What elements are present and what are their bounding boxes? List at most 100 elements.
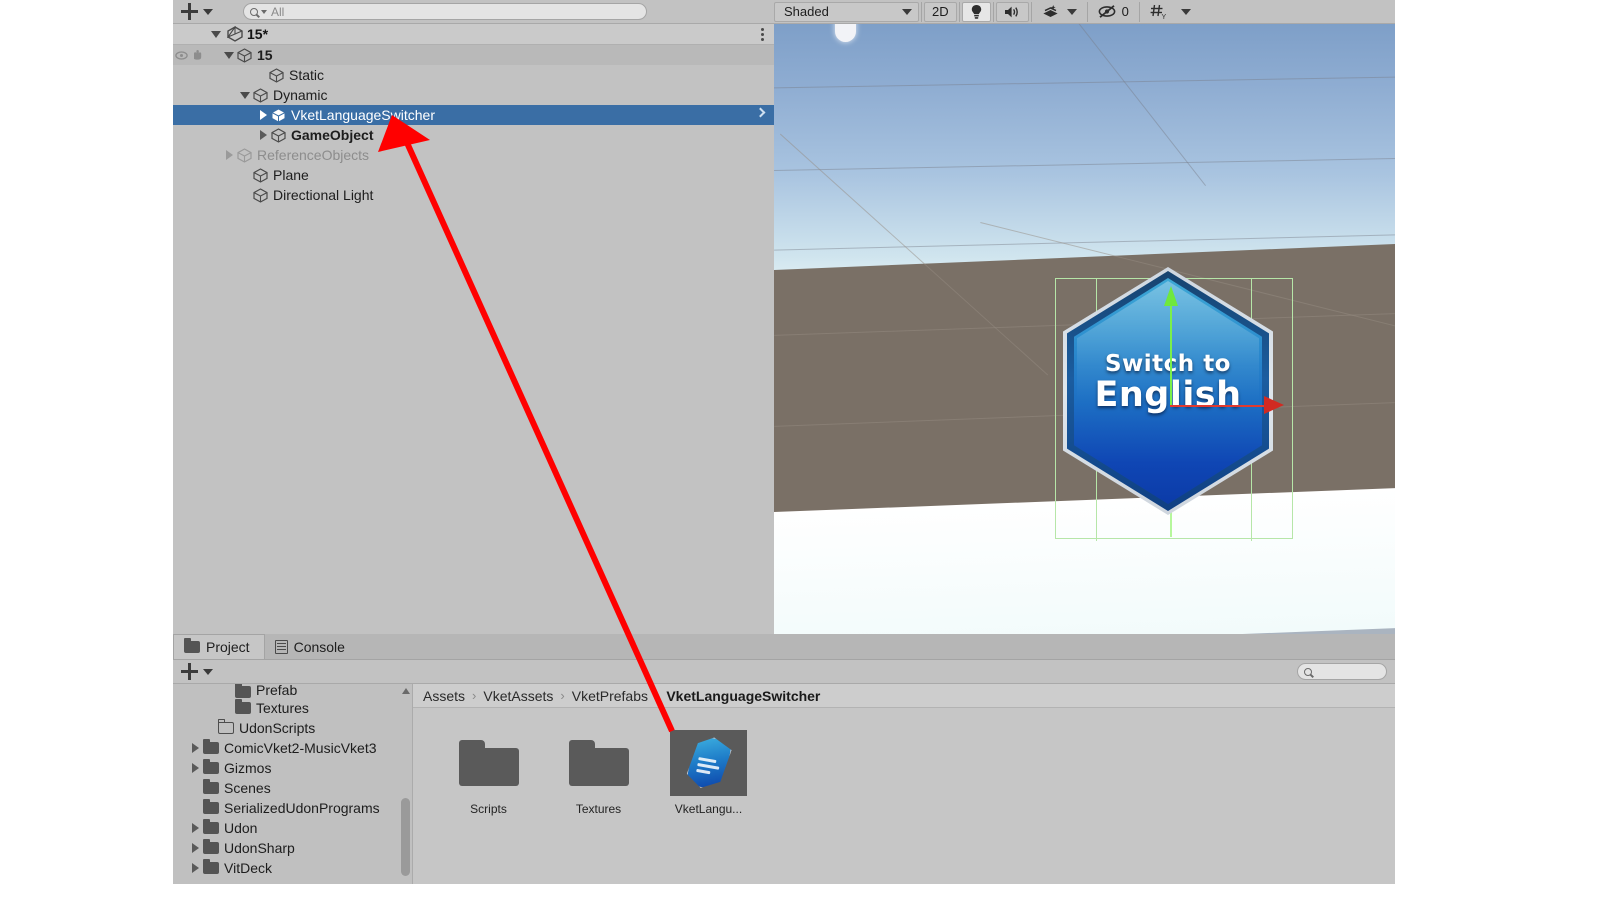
toggle-2d-button[interactable]: 2D: [924, 1, 957, 22]
scene-lighting-toggle[interactable]: [961, 1, 991, 22]
folder-icon: [203, 739, 219, 754]
cube-icon: [237, 147, 252, 163]
expand-arrow[interactable]: [237, 91, 253, 99]
breadcrumb-item-current[interactable]: VketLanguageSwitcher: [666, 688, 820, 704]
expand-arrow[interactable]: [187, 743, 203, 753]
hierarchy-add-button[interactable]: [181, 3, 213, 20]
project-tree-row[interactable]: UdonSharp: [173, 838, 412, 858]
project-tree-row[interactable]: SerializedUdonPrograms: [173, 798, 412, 818]
visibility-gutter[interactable]: [173, 45, 203, 65]
hierarchy-row-gameobject[interactable]: GameObject: [173, 125, 774, 145]
asset-thumbnail: [670, 730, 747, 796]
expand-arrow[interactable]: [221, 150, 237, 160]
chevron-down-icon: [902, 8, 912, 15]
plus-icon: [181, 3, 198, 20]
project-tree-row[interactable]: Udon: [173, 818, 412, 838]
scroll-up-arrow-icon[interactable]: [402, 688, 410, 694]
hierarchy-scene-root-row[interactable]: 15*: [173, 24, 774, 45]
project-add-button[interactable]: [181, 663, 213, 680]
hierarchy-row-plane[interactable]: Plane: [173, 165, 774, 185]
scene-viewport[interactable]: Switch to English: [774, 24, 1395, 634]
asset-item-vketlanguageswitcher[interactable]: VketLangu...: [670, 730, 747, 816]
gizmo-x-axis-arrow[interactable]: [1264, 396, 1284, 414]
asset-item-scripts[interactable]: Scripts: [450, 730, 527, 816]
project-tree-scrollbar[interactable]: [401, 688, 410, 880]
expand-arrow[interactable]: [187, 763, 203, 773]
project-toolbar: [173, 660, 1395, 684]
hierarchy-panel: All 15* 15 Static Dynamic VketLanguageSw…: [173, 0, 774, 634]
draw-mode-label: Shaded: [784, 4, 829, 19]
hierarchy-row-vketlanguageswitcher[interactable]: VketLanguageSwitcher: [173, 105, 774, 125]
folder-icon: [203, 839, 219, 854]
project-split: Prefab Textures UdonScripts ComicVket2-M…: [173, 684, 1395, 884]
expand-arrow[interactable]: [221, 51, 237, 59]
search-filter-chevron-icon: [261, 9, 267, 14]
scene-visibility-toggle[interactable]: 0: [1090, 2, 1137, 22]
breadcrumb-item-assets[interactable]: Assets: [423, 688, 465, 704]
scene-view-toolbar: Shaded 2D 0 Y: [774, 0, 1395, 24]
project-search-input[interactable]: [1297, 663, 1387, 680]
project-tree-label: VitDeck: [224, 860, 272, 876]
cube-icon: [237, 47, 252, 63]
chevron-right-icon[interactable]: [755, 107, 766, 118]
project-tree-label: SerializedUdonPrograms: [224, 800, 380, 816]
expand-arrow[interactable]: [187, 863, 203, 873]
breadcrumb-item-vketassets[interactable]: VketAssets: [483, 688, 553, 704]
scene-view-panel: Shaded 2D 0 Y Switch to English: [774, 0, 1395, 634]
hierarchy-item-label: Static: [289, 67, 325, 83]
project-tree-row[interactable]: ComicVket2-MusicVket3: [173, 738, 412, 758]
scene-grid-dropdown[interactable]: [1177, 2, 1199, 22]
hierarchy-row-referenceobjects[interactable]: ReferenceObjects: [173, 145, 774, 165]
asset-item-textures[interactable]: Textures: [560, 730, 637, 816]
expand-arrow[interactable]: [187, 823, 203, 833]
draw-mode-dropdown[interactable]: Shaded: [774, 1, 919, 22]
hex-label-line1: Switch to: [1104, 351, 1231, 377]
project-tree-row[interactable]: VitDeck: [173, 858, 412, 878]
hidden-object-count: 0: [1121, 4, 1129, 19]
gizmo-x-axis[interactable]: [1170, 405, 1267, 407]
gizmo-y-axis[interactable]: [1170, 302, 1172, 407]
chevron-down-icon: [1066, 8, 1077, 15]
project-tree-row[interactable]: Scenes: [173, 778, 412, 798]
hierarchy-row-directional-light[interactable]: Directional Light: [173, 185, 774, 205]
hierarchy-search-input[interactable]: All: [243, 3, 647, 20]
tab-project[interactable]: Project: [173, 634, 265, 659]
hierarchy-search-placeholder: All: [271, 4, 285, 19]
expand-arrow[interactable]: [187, 843, 203, 853]
hierarchy-item-label: GameObject: [291, 127, 374, 143]
hierarchy-row-dynamic[interactable]: Dynamic: [173, 85, 774, 105]
project-tree-row[interactable]: Prefab: [173, 684, 412, 698]
folder-icon: [203, 859, 219, 874]
hierarchy-item-label: Dynamic: [273, 87, 328, 103]
scene-audio-toggle[interactable]: [995, 1, 1029, 22]
chevron-down-icon[interactable]: [211, 30, 221, 38]
asset-label: Textures: [575, 802, 622, 816]
project-tree-row[interactable]: Gizmos: [173, 758, 412, 778]
hex-label-line2: English: [1094, 375, 1242, 415]
gizmo-y-axis-arrow[interactable]: [1164, 286, 1178, 306]
hierarchy-toolbar: All: [173, 0, 774, 24]
search-icon: [250, 7, 258, 16]
chevron-down-icon: [1180, 8, 1191, 15]
scene-grid-toggle[interactable]: Y: [1142, 2, 1177, 22]
scene-effects-dropdown[interactable]: [1062, 2, 1085, 22]
chevron-down-icon: [203, 668, 213, 675]
project-tree-row[interactable]: Textures: [173, 698, 412, 718]
unity-scene-icon: [226, 25, 243, 42]
project-tree-row[interactable]: UdonScripts: [173, 718, 412, 738]
folder-icon: [235, 699, 251, 714]
svg-text:Y: Y: [1161, 14, 1166, 20]
hierarchy-item-label: Plane: [273, 167, 309, 183]
screenshot-root: All 15* 15 Static Dynamic VketLanguageSw…: [0, 0, 1600, 900]
project-folder-tree[interactable]: Prefab Textures UdonScripts ComicVket2-M…: [173, 684, 413, 884]
hierarchy-context-menu-button[interactable]: [761, 28, 764, 41]
expand-arrow[interactable]: [255, 110, 271, 120]
tab-console[interactable]: Console: [264, 634, 359, 659]
hierarchy-row-15[interactable]: 15: [173, 45, 774, 65]
scrollbar-thumb[interactable]: [401, 798, 410, 876]
expand-arrow[interactable]: [255, 130, 271, 140]
scene-effects-toggle[interactable]: [1034, 2, 1062, 22]
breadcrumb-item-vketprefabs[interactable]: VketPrefabs: [572, 688, 648, 704]
tab-project-label: Project: [206, 639, 250, 655]
hierarchy-row-static[interactable]: Static: [173, 65, 774, 85]
